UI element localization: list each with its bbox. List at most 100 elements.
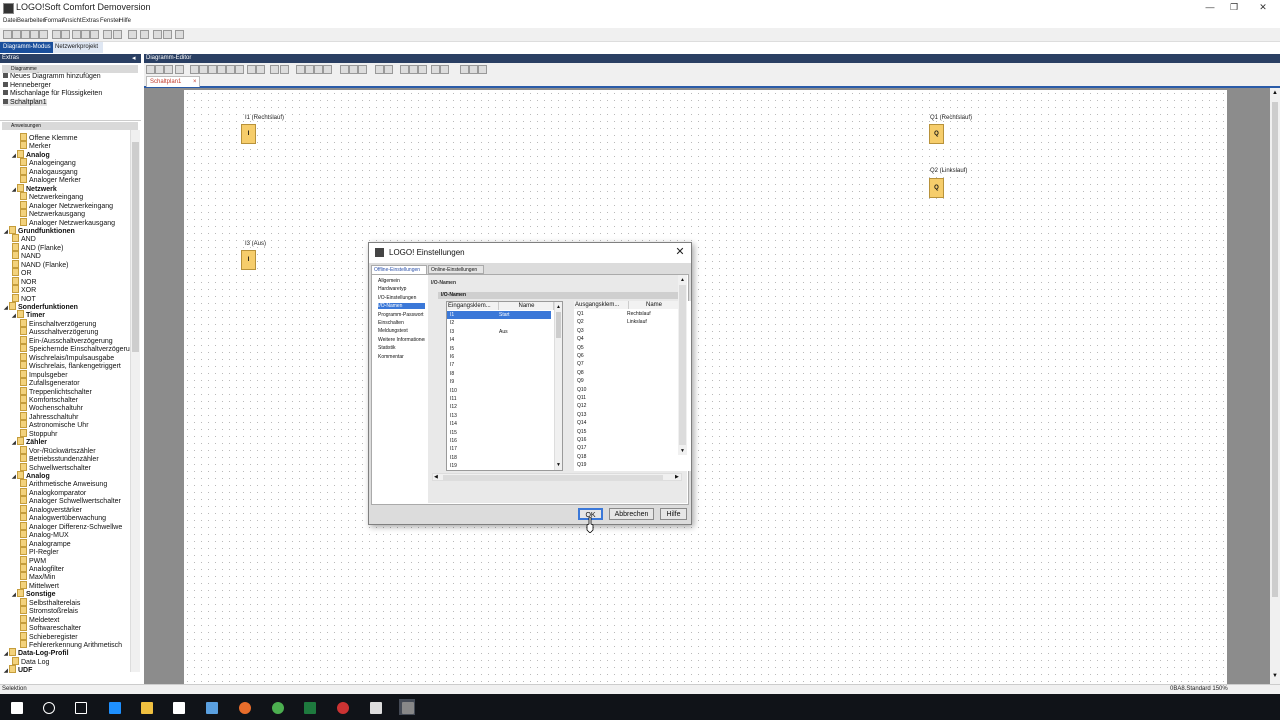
tab-schaltplan1[interactable]: Schaltplan1 × [146,76,200,87]
constants-tool-icon[interactable] [164,65,173,74]
delete-icon[interactable] [90,30,99,39]
scroll-up-icon[interactable]: ▲ [1272,90,1278,96]
scroll-up-icon[interactable]: ▲ [556,304,561,310]
table-row[interactable]: I3 Aus [447,328,551,336]
store-icon[interactable] [170,699,186,715]
redo-editor-icon[interactable] [280,65,289,74]
block-i1[interactable]: I [241,124,256,144]
zoom-in-icon[interactable] [375,65,384,74]
network-view-icon[interactable] [431,65,440,74]
table-row[interactable]: Q17 [574,444,682,452]
maximize-button[interactable]: ❐ [1219,1,1249,14]
menu-edit[interactable]: Bearbeiten [17,18,46,24]
input-terminal-header[interactable]: Eingangsklem... [447,302,499,310]
open-icon[interactable] [12,30,21,39]
transfer-to-pc-icon[interactable] [128,30,137,39]
table-row[interactable]: I9 [447,378,551,386]
inkscape-icon[interactable] [367,699,383,715]
nav-item[interactable]: Hardwaretyp [378,286,425,292]
tab-online-settings[interactable]: Online-Einstellungen [428,265,484,274]
align-right-icon[interactable] [217,65,226,74]
diagram-item-new[interactable]: Neues Diagramm hinzufügen [3,73,101,80]
output-terminal-header[interactable]: Ausgangsklem... [574,301,629,309]
collapse-arrow-icon[interactable]: ◂ [132,54,136,63]
marker-icon[interactable] [409,65,418,74]
table-row[interactable]: Q20 [574,470,682,472]
online-test-icon[interactable] [163,30,172,39]
close-window-button[interactable]: ✕ [1248,1,1278,14]
align-center-icon[interactable] [208,65,217,74]
tab-diagram-mode[interactable]: Diagramm-Modus [0,42,53,53]
menu-help[interactable]: Hilfe [119,18,131,24]
diagram-item-schaltplan1[interactable]: Schaltplan1 [3,99,47,106]
block-q1[interactable]: Q [929,124,944,144]
table-row[interactable]: Q3 [574,327,682,335]
cut-editor-icon[interactable] [460,65,469,74]
instructions-section-header[interactable]: Anweisungen [2,122,138,130]
scroll-right-icon[interactable]: ▶ [675,474,679,480]
highlight-icon[interactable] [400,65,409,74]
print-preview-icon[interactable] [52,30,61,39]
block-q2[interactable]: Q [929,178,944,198]
menu-format[interactable]: Format [44,18,63,24]
start-icon[interactable] [8,699,24,715]
nav-item[interactable]: Allgemein [378,278,425,284]
name-cell[interactable]: Rechtslauf [627,310,651,318]
diagram-item-mixing-plant[interactable]: Mischanlage für Flüssigkeiten [3,90,102,97]
cancel-button[interactable]: Abbrechen [609,508,654,520]
align-left-icon[interactable] [199,65,208,74]
diagrams-section-header[interactable]: Diagramme [2,65,138,73]
table-row[interactable]: Q2 Linkslauf [574,318,682,326]
input-table-scrollbar[interactable]: ▲ ▼ [554,302,562,470]
help-pointer-icon[interactable] [175,30,184,39]
table-row[interactable]: I10 [447,387,551,395]
input-scroll-thumb[interactable] [556,312,561,338]
table-row[interactable]: I1 Start [447,311,551,319]
table-row[interactable]: Q9 [574,377,682,385]
content-scrollbar[interactable]: ▲ ▼ [678,275,687,455]
menu-view[interactable]: Ansicht [62,18,82,24]
comment-icon[interactable] [418,65,427,74]
route-icon[interactable] [247,65,256,74]
table-row[interactable]: Q1 Rechtslauf [574,310,682,318]
table-row[interactable]: I18 [447,454,551,462]
content-scroll-thumb[interactable] [679,285,686,445]
table-row[interactable]: I6 [447,353,551,361]
recorder-icon[interactable] [334,699,350,715]
editor-scroll-thumb[interactable] [1272,102,1278,597]
search-icon[interactable] [40,699,56,715]
table-row[interactable]: Q10 [574,386,682,394]
table-row[interactable]: Q11 [574,394,682,402]
block-sf-icon[interactable] [305,65,314,74]
diagram-item-henneberger[interactable]: Henneberger [3,82,51,89]
table-row[interactable]: Q5 [574,344,682,352]
table-row[interactable]: I14 [447,420,551,428]
tree-group[interactable]: ◢ UDF [4,665,32,675]
table-row[interactable]: Q8 [574,369,682,377]
chrome-icon[interactable] [269,699,285,715]
table-row[interactable]: I17 [447,445,551,453]
help-button[interactable]: Hilfe [660,508,687,520]
transfer-to-logo-icon[interactable] [140,30,149,39]
name-cell[interactable]: Aus [499,328,508,336]
arrange-icon[interactable] [235,65,244,74]
nav-item[interactable]: Programm-Passwort [378,312,425,318]
save-as-icon[interactable] [30,30,39,39]
expand-icon[interactable] [469,65,478,74]
nav-item[interactable]: Kommentar [378,354,425,360]
table-row[interactable]: Q18 [574,453,682,461]
select-tool-icon[interactable] [146,65,155,74]
new-icon[interactable] [3,30,12,39]
output-name-header[interactable]: Name [629,301,679,309]
redo-icon[interactable] [113,30,122,39]
menu-file[interactable]: Datei [3,18,17,24]
connect-tool-icon[interactable] [155,65,164,74]
menu-extras[interactable]: Extras [82,18,99,24]
nav-item[interactable]: Weitere Informationen [378,337,425,343]
cut-icon[interactable] [61,30,70,39]
diagram-canvas[interactable]: I1 (Rechtslauf) I I3 (Aus) I Q1 (Rechtsl… [184,90,1227,684]
split-view-icon[interactable] [349,65,358,74]
block-gf-icon[interactable] [296,65,305,74]
table-row[interactable]: I8 [447,370,551,378]
content-hscrollbar[interactable]: ◀ ▶ [432,473,682,481]
